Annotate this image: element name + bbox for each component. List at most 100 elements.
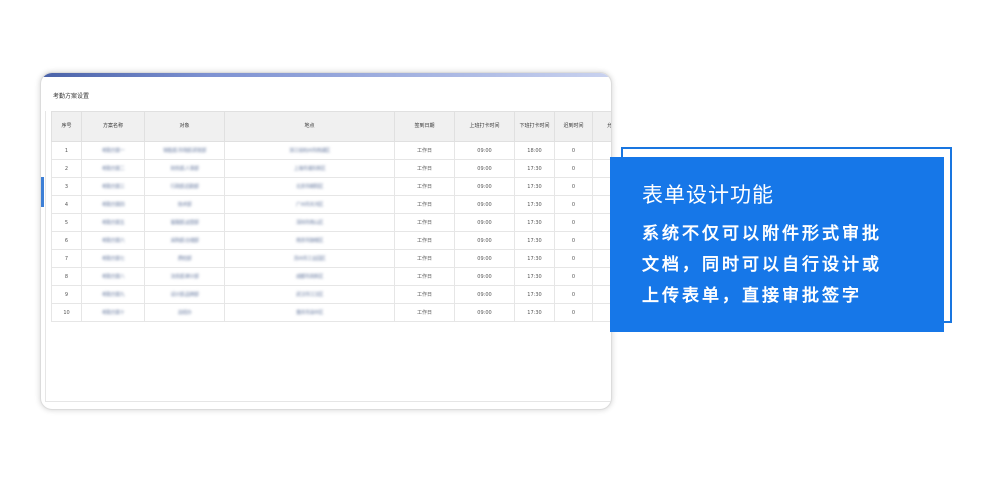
cell-location: 上海市浦东新区 (224, 159, 395, 178)
feature-line: 上传表单，直接审批签字 (642, 286, 862, 306)
cell-off-time: 17:30 (514, 213, 555, 232)
col-header-location[interactable]: 地点 (224, 111, 395, 142)
cell-on-time: 09:00 (454, 177, 515, 196)
cell-name: 考勤方案三 (81, 177, 145, 196)
cell-late: 0 (554, 177, 593, 196)
cell-target: 销售部,市场部,研发部 (144, 141, 225, 160)
cell-on-time: 09:00 (454, 285, 515, 304)
cell-off-time: 18:00 (514, 141, 555, 160)
window-top-bar (41, 73, 611, 77)
cell-target: 行政部,后勤部 (144, 177, 225, 196)
cell-name: 考勤方案一 (81, 141, 145, 160)
cell-day: 工作日 (394, 285, 455, 304)
cell-index: 10 (51, 303, 82, 322)
feature-line: 文档，同时可以自行设计或 (642, 255, 882, 275)
table-row[interactable]: 5考勤方案五客服部,运营部深圳市南山区工作日09:0017:300是 (51, 213, 611, 232)
cell-location: 浙江省杭州市西湖区 (224, 141, 395, 160)
col-header-off-time[interactable]: 下班打卡时间 (514, 111, 555, 142)
col-header-index[interactable]: 序号 (51, 111, 82, 142)
feature-title: 表单设计功能 (642, 183, 774, 207)
col-header-on-time[interactable]: 上班打卡时间 (454, 111, 515, 142)
col-header-allow[interactable]: 允许外勤 (592, 111, 611, 142)
cell-index: 4 (51, 195, 82, 214)
cell-target: 总经办 (144, 303, 225, 322)
cell-name: 考勤方案五 (81, 213, 145, 232)
cell-name: 考勤方案九 (81, 285, 145, 304)
table-row[interactable]: 9考勤方案九设计部,品牌部武汉市江汉区工作日09:0017:300是 (51, 285, 611, 304)
cell-name: 考勤方案十 (81, 303, 145, 322)
cell-location: 武汉市江汉区 (224, 285, 395, 304)
feature-box: 表单设计功能 系统不仅可以附件形式审批 文档，同时可以自行设计或 上传表单，直接… (610, 157, 944, 332)
cell-off-time: 17:30 (514, 231, 555, 250)
col-header-name[interactable]: 方案名称 (81, 111, 145, 142)
cell-index: 2 (51, 159, 82, 178)
table-row[interactable]: 2考勤方案二财务部,人事部上海市浦东新区工作日09:0017:300是 (51, 159, 611, 178)
cell-off-time: 17:30 (514, 195, 555, 214)
cell-index: 7 (51, 249, 82, 268)
cell-late: 0 (554, 303, 593, 322)
cell-on-time: 09:00 (454, 267, 515, 286)
cell-location: 广州市天河区 (224, 195, 395, 214)
panel-title: 考勤方案设置 (53, 93, 90, 100)
cell-day: 工作日 (394, 195, 455, 214)
table-row[interactable]: 10考勤方案十总经办重庆市渝中区工作日09:0017:300是 (51, 303, 611, 322)
cell-index: 5 (51, 213, 82, 232)
cell-name: 考勤方案四 (81, 195, 145, 214)
cell-on-time: 09:00 (454, 195, 515, 214)
cell-late: 0 (554, 213, 593, 232)
cell-target: 采购部,仓储部 (144, 231, 225, 250)
cell-off-time: 17:30 (514, 249, 555, 268)
cell-target: 客服部,运营部 (144, 213, 225, 232)
cell-off-time: 17:30 (514, 159, 555, 178)
cell-name: 考勤方案二 (81, 159, 145, 178)
cell-on-time: 09:00 (454, 213, 515, 232)
cell-late: 0 (554, 195, 593, 214)
cell-off-time: 17:30 (514, 267, 555, 286)
cell-day: 工作日 (394, 231, 455, 250)
cell-on-time: 09:00 (454, 303, 515, 322)
cell-name: 考勤方案七 (81, 249, 145, 268)
table-row[interactable]: 1 考勤方案一 销售部,市场部,研发部 浙江省杭州市西湖区 工作日 09:00 18:00 0… (51, 141, 611, 160)
col-header-target[interactable]: 对象 (144, 111, 225, 142)
cell-late: 0 (554, 249, 593, 268)
cell-index: 8 (51, 267, 82, 286)
table-row[interactable]: 8考勤方案八法务部,审计部成都市高新区工作日09:0017:300是 (51, 267, 611, 286)
cell-off-time: 17:30 (514, 177, 555, 196)
cell-target: 财务部,人事部 (144, 159, 225, 178)
cell-late: 0 (554, 141, 593, 160)
cell-day: 工作日 (394, 213, 455, 232)
cell-location: 重庆市渝中区 (224, 303, 395, 322)
cell-off-time: 17:30 (514, 303, 555, 322)
table-row[interactable]: 7考勤方案七质检部苏州市工业园区工作日09:0017:300是 (51, 249, 611, 268)
cell-late: 0 (554, 231, 593, 250)
cell-target: 技术部 (144, 195, 225, 214)
table-row[interactable]: 4考勤方案四技术部广州市天河区工作日09:0017:300是 (51, 195, 611, 214)
cell-name: 考勤方案八 (81, 267, 145, 286)
cell-location: 深圳市南山区 (224, 213, 395, 232)
side-accent-tab[interactable] (41, 177, 44, 207)
cell-on-time: 09:00 (454, 231, 515, 250)
cell-on-time: 09:00 (454, 159, 515, 178)
feature-line: 系统不仅可以附件形式审批 (642, 224, 882, 244)
cell-location: 北京市朝阳区 (224, 177, 395, 196)
cell-day: 工作日 (394, 141, 455, 160)
cell-location: 苏州市工业园区 (224, 249, 395, 268)
cell-location: 南京市鼓楼区 (224, 231, 395, 250)
cell-day: 工作日 (394, 159, 455, 178)
cell-target: 设计部,品牌部 (144, 285, 225, 304)
cell-day: 工作日 (394, 177, 455, 196)
col-header-day[interactable]: 签到日期 (394, 111, 455, 142)
col-header-late[interactable]: 迟到时间 (554, 111, 593, 142)
cell-on-time: 09:00 (454, 249, 515, 268)
cell-late: 0 (554, 267, 593, 286)
cell-day: 工作日 (394, 303, 455, 322)
cell-index: 6 (51, 231, 82, 250)
cell-off-time: 17:30 (514, 285, 555, 304)
cell-late: 0 (554, 285, 593, 304)
cell-target: 质检部 (144, 249, 225, 268)
cell-name: 考勤方案六 (81, 231, 145, 250)
attendance-table: 序号 方案名称 对象 地点 签到日期 上班打卡时间 下班打卡时间 迟到时间 允许… (51, 111, 611, 322)
cell-target: 法务部,审计部 (144, 267, 225, 286)
table-row[interactable]: 6考勤方案六采购部,仓储部南京市鼓楼区工作日09:0017:300是 (51, 231, 611, 250)
table-row[interactable]: 3考勤方案三行政部,后勤部北京市朝阳区工作日09:0017:300是 (51, 177, 611, 196)
